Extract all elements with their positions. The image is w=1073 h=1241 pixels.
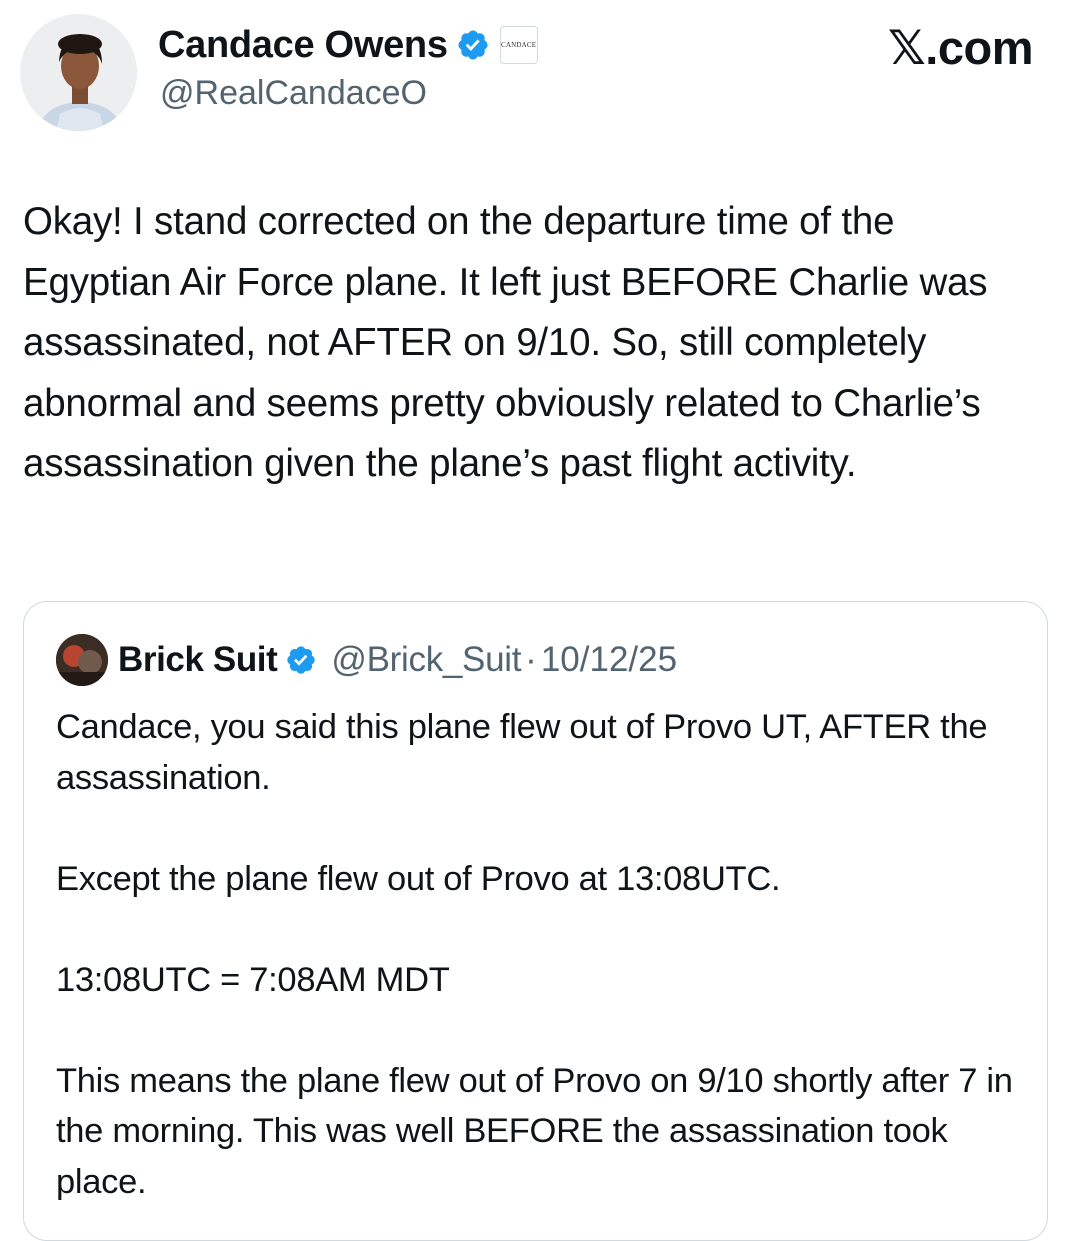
site-label: 𝕏.com [887,20,1034,76]
affiliate-badge[interactable]: CANDACE [499,26,538,64]
x-logo-icon: 𝕏 [887,21,926,76]
quoted-tweet-card[interactable]: Brick Suit @Brick_Suit · 10/12/25 Candac… [23,601,1048,1241]
profile-photo-icon [20,14,137,131]
tweet-body-text: Okay! I stand corrected on the departure… [23,200,998,485]
tweet-header: Candace Owens CANDACE @RealCandaceO 𝕏.co… [0,0,1073,140]
author-handle[interactable]: @RealCandaceO [160,74,427,113]
quoted-tweet-body-text: Candace, you said this plane flew out of… [56,708,1013,1201]
quoted-profile-photo-icon [56,634,108,686]
verified-badge-icon [458,30,488,60]
site-label-domain: .com [925,21,1033,74]
author-display-name[interactable]: Candace Owens [158,24,448,67]
quoted-author-display-name[interactable]: Brick Suit [118,640,278,680]
author-avatar[interactable] [20,14,137,131]
quoted-tweet-header: Brick Suit @Brick_Suit · 10/12/25 [56,634,677,686]
author-name-row: Candace Owens CANDACE [158,22,538,68]
quoted-author-avatar[interactable] [56,634,108,686]
quoted-author-handle[interactable]: @Brick_Suit [331,640,521,680]
quoted-tweet-date[interactable]: 10/12/25 [541,640,677,680]
separator-dot: · [525,640,537,679]
verified-badge-icon [287,646,316,674]
